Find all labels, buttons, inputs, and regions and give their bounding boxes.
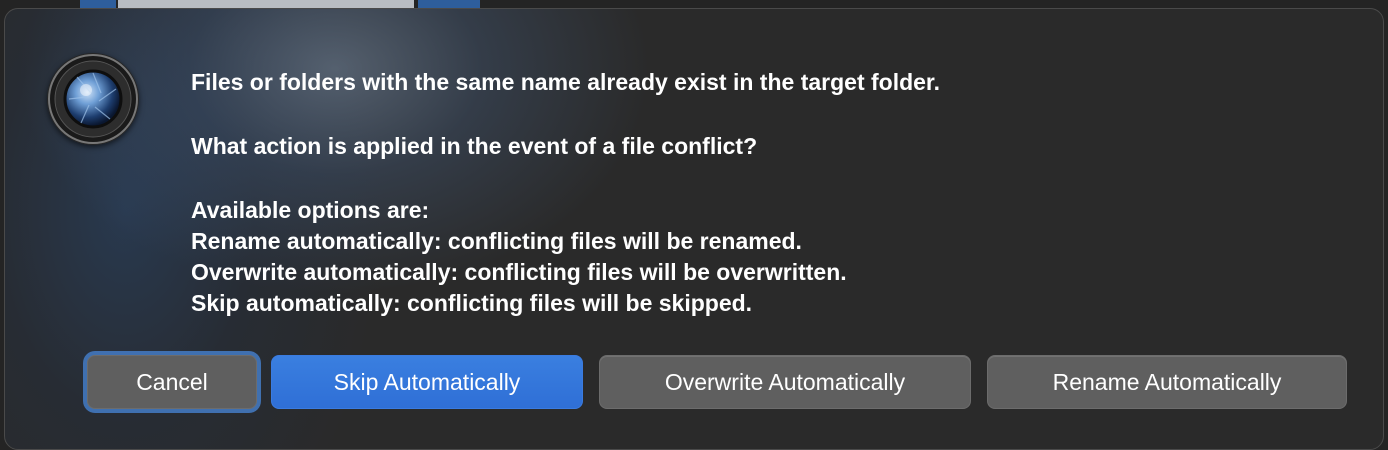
background-thumbnail — [80, 0, 116, 8]
file-conflict-dialog: Files or folders with the same name alre… — [4, 8, 1384, 450]
message-line: Rename automatically: conflicting files … — [191, 228, 802, 254]
digikam-app-icon — [47, 53, 139, 145]
message-line: Overwrite automatically: conflicting fil… — [191, 259, 847, 285]
message-line: Files or folders with the same name alre… — [191, 69, 941, 95]
background-thumbnail — [118, 0, 414, 8]
message-line: Skip automatically: conflicting files wi… — [191, 290, 753, 316]
overwrite-automatically-button[interactable]: Overwrite Automatically — [599, 355, 971, 409]
message-line: Available options are: — [191, 197, 430, 223]
dialog-message: Files or folders with the same name alre… — [191, 67, 1331, 319]
cancel-button[interactable]: Cancel — [87, 355, 257, 409]
rename-automatically-button[interactable]: Rename Automatically — [987, 355, 1347, 409]
skip-automatically-button[interactable]: Skip Automatically — [271, 355, 583, 409]
background-thumbnail — [418, 0, 480, 8]
message-line: What action is applied in the event of a… — [191, 133, 758, 159]
